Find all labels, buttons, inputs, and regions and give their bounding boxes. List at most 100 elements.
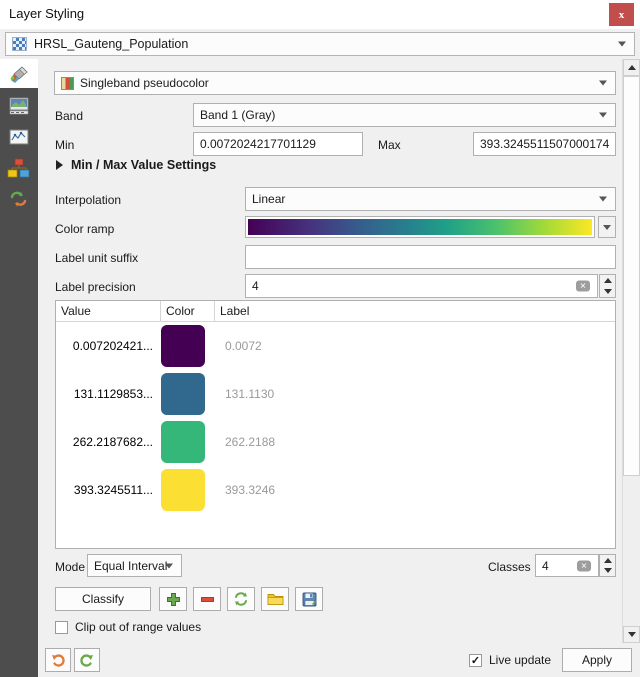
column-header-color[interactable]: Color (161, 301, 215, 321)
swap-arrows-icon (235, 592, 247, 606)
chevron-up-icon (603, 557, 612, 563)
layer-styling-panel: Layer Styling x HRSL_Gauteng_Population (0, 0, 640, 677)
symbology-content: Singleband pseudocolor Band Band 1 (Gray… (38, 59, 640, 643)
mode-label: Mode (55, 560, 86, 574)
class-color-cell[interactable] (161, 373, 215, 415)
scrollbar-thumb[interactable] (623, 76, 640, 476)
color-swatch[interactable] (161, 325, 205, 367)
raster-layer-icon (12, 37, 27, 51)
sidebar-item-symbology[interactable] (0, 59, 38, 90)
title-bar: Layer Styling x (0, 0, 640, 29)
add-class-button[interactable] (159, 587, 187, 611)
table-row[interactable]: 131.1129853... 131.1130 (56, 370, 615, 418)
undo-button[interactable] (45, 648, 71, 672)
apply-button[interactable]: Apply (562, 648, 632, 672)
color-swatch[interactable] (161, 373, 205, 415)
chevron-down-icon (599, 196, 607, 202)
redo-button[interactable] (74, 648, 100, 672)
class-value: 262.2187682... (72, 435, 153, 449)
clear-icon[interactable]: ✕ (576, 280, 590, 292)
class-color-cell[interactable] (161, 421, 215, 463)
chevron-down-icon (165, 563, 173, 568)
footer-bar: ✓ Live update Apply (0, 643, 640, 677)
histogram-icon (9, 129, 29, 144)
sidebar-item-histogram[interactable] (0, 121, 38, 152)
table-row[interactable]: 262.2187682... 262.2188 (56, 418, 615, 466)
live-update-row[interactable]: ✓ Live update (469, 653, 551, 667)
chevron-up-icon (603, 278, 612, 283)
column-header-value[interactable]: Value (56, 301, 161, 321)
color-ramp-gradient (248, 219, 592, 235)
sidebar-item-rendering[interactable] (0, 152, 38, 183)
color-ramp-swatch-icon (61, 76, 74, 90)
class-value: 0.007202421... (72, 339, 153, 353)
class-color-cell[interactable] (161, 469, 215, 511)
clip-out-of-range-label: Clip out of range values (75, 620, 202, 634)
remove-class-button[interactable] (193, 587, 221, 611)
class-value: 131.1129853... (73, 387, 153, 401)
plus-icon (166, 592, 180, 606)
label-unit-suffix-input[interactable] (245, 245, 616, 269)
live-update-label: Live update (489, 653, 552, 667)
color-swatch[interactable] (161, 469, 205, 511)
label-unit-suffix-label: Label unit suffix (55, 251, 139, 265)
band-combo[interactable]: Band 1 (Gray) (193, 103, 616, 127)
min-input[interactable]: 0.0072024217701129 (193, 132, 363, 156)
min-value: 0.0072024217701129 (200, 137, 316, 151)
chevron-down-icon (603, 224, 611, 230)
label-precision-input[interactable]: 4 ✕ (245, 274, 598, 298)
clip-out-of-range-row[interactable]: Clip out of range values (55, 620, 201, 634)
interpolation-combo[interactable]: Linear (245, 187, 616, 211)
class-value: 393.3245511... (73, 483, 153, 497)
label-precision-stepper[interactable] (599, 274, 616, 298)
save-ramp-button[interactable] (295, 587, 323, 611)
column-header-label[interactable]: Label (215, 301, 615, 321)
chevron-down-icon (618, 41, 626, 47)
classify-button[interactable]: Classify (55, 587, 151, 611)
sidebar-item-transparency[interactable] (0, 90, 38, 121)
clip-out-of-range-checkbox[interactable] (55, 620, 68, 634)
class-label: 393.3246 (225, 483, 276, 497)
max-input[interactable]: 393.3245511507000174 (473, 132, 616, 156)
table-row[interactable]: 0.007202421... 0.0072 (56, 322, 615, 370)
layer-selector-value: HRSL_Gauteng_Population (34, 37, 189, 51)
label-precision-value: 4 (252, 279, 259, 293)
classes-label: Classes (488, 560, 531, 574)
render-type-combo[interactable]: Singleband pseudocolor (54, 71, 616, 95)
mode-combo[interactable]: Equal Interval (87, 554, 182, 577)
classes-input[interactable]: 4 ✕ (535, 554, 599, 577)
classes-stepper[interactable] (599, 554, 616, 577)
class-label: 131.1130 (225, 387, 275, 401)
page-title: Layer Styling (9, 6, 85, 21)
live-update-checkbox[interactable]: ✓ (469, 653, 482, 667)
vertical-scrollbar[interactable] (622, 59, 640, 643)
table-header-row: Value Color Label (56, 301, 615, 322)
min-max-value-settings-toggle[interactable]: Min / Max Value Settings (56, 158, 216, 172)
mode-value: Equal Interval (94, 558, 168, 573)
color-ramp-preview[interactable] (245, 216, 595, 238)
scrollbar-track[interactable] (623, 76, 640, 626)
color-ramp-dropdown-button[interactable] (598, 216, 616, 238)
class-color-cell[interactable] (161, 325, 215, 367)
clear-icon[interactable]: ✕ (577, 560, 591, 571)
table-row[interactable]: 393.3245511... 393.3246 (56, 466, 615, 514)
color-ramp-label: Color ramp (55, 222, 115, 236)
close-icon[interactable]: x (609, 3, 634, 26)
render-type-value: Singleband pseudocolor (80, 76, 209, 90)
layer-selector-combo[interactable]: HRSL_Gauteng_Population (5, 32, 635, 56)
redo-arrow-icon (80, 654, 93, 667)
save-disk-icon (302, 592, 316, 606)
max-label: Max (378, 138, 401, 152)
chevron-down-icon (627, 632, 636, 637)
sort-classes-button[interactable] (227, 587, 255, 611)
color-swatch[interactable] (161, 421, 205, 463)
class-label: 0.0072 (225, 339, 262, 353)
scroll-down-button[interactable] (623, 626, 640, 643)
sidebar-item-history[interactable] (0, 183, 38, 214)
color-classes-table[interactable]: Value Color Label 0.007202421... 0.0072 … (55, 300, 616, 549)
chevron-down-icon (603, 568, 612, 574)
undo-redo-icon (10, 191, 27, 206)
scroll-up-button[interactable] (623, 59, 640, 76)
chevron-down-icon (599, 80, 607, 86)
load-ramp-button[interactable] (261, 587, 289, 611)
